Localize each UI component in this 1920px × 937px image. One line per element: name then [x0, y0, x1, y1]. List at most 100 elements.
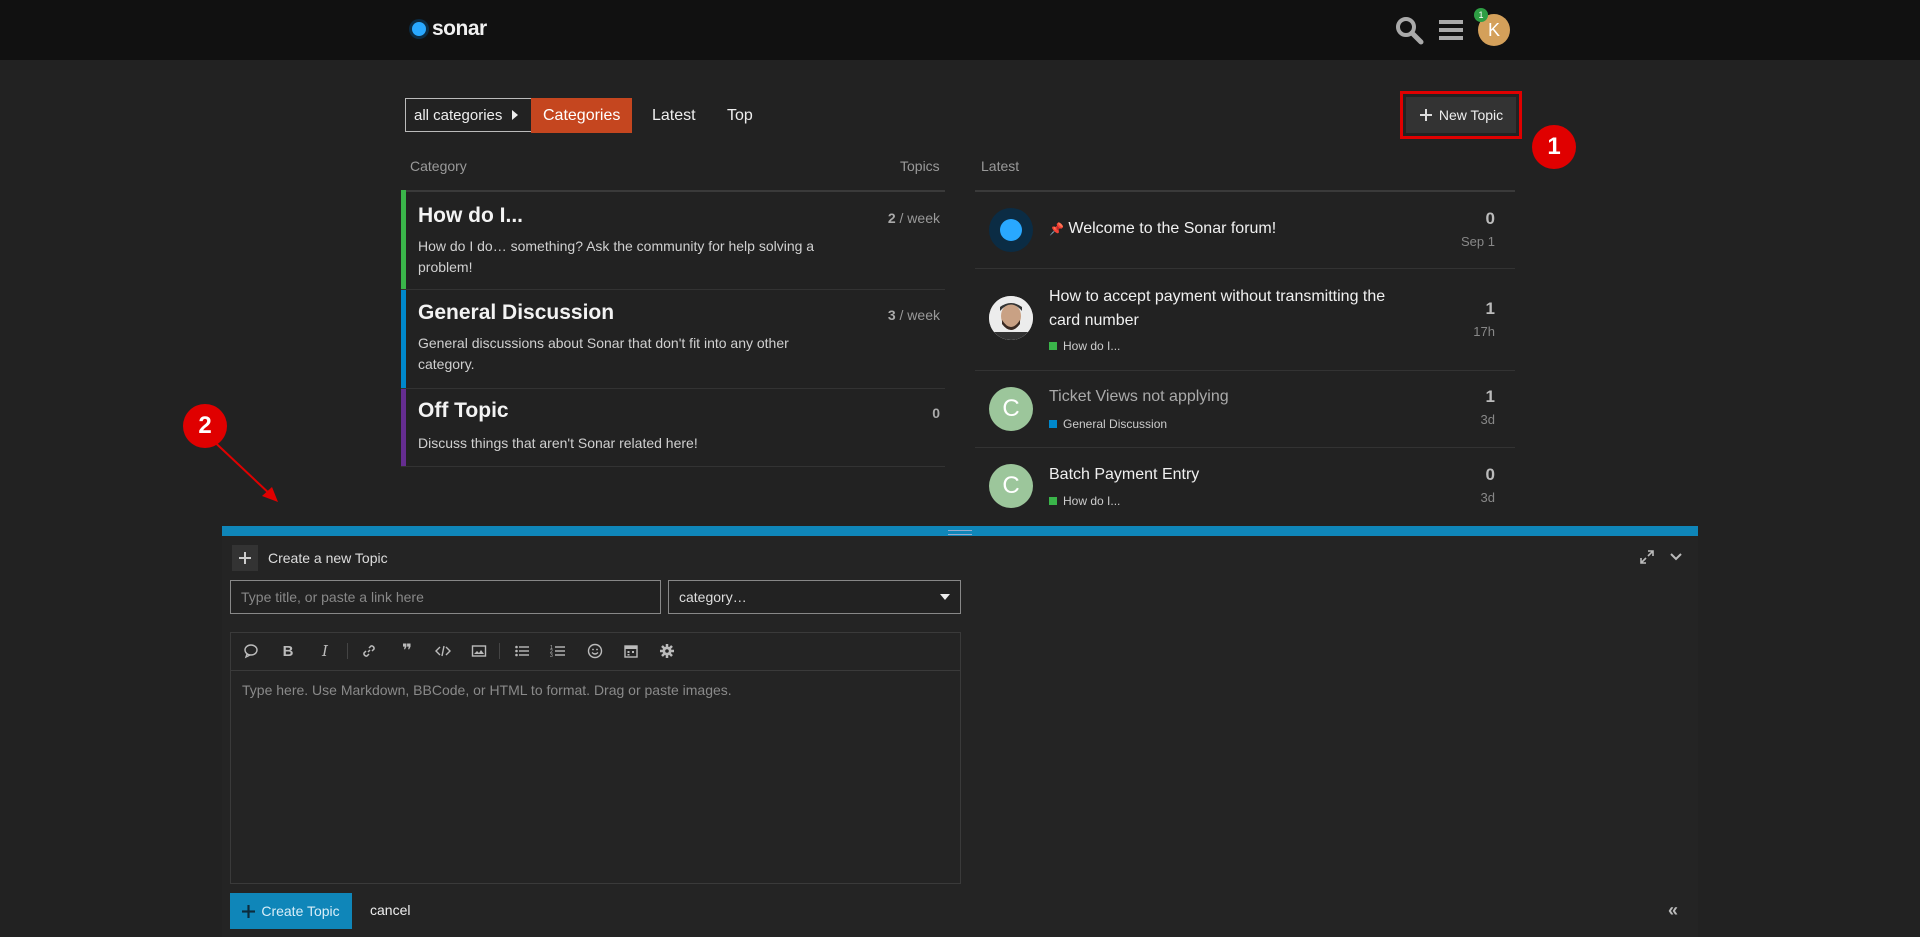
caret-right-icon [512, 110, 519, 120]
topic-category-name: General Discussion [1063, 417, 1168, 431]
category-row[interactable]: General Discussion General discussions a… [401, 290, 945, 389]
count-unit: / week [895, 210, 940, 226]
logo-dot-icon [412, 22, 426, 36]
category-topic-count: 0 [932, 405, 940, 421]
emoji-icon[interactable] [585, 641, 605, 661]
tab-latest[interactable]: Latest [652, 98, 696, 133]
svg-text:3: 3 [550, 653, 553, 659]
quote-bubble-icon[interactable] [241, 641, 261, 661]
site-header [0, 0, 1920, 60]
toolbar-separator [499, 643, 500, 659]
activity-time[interactable]: 3d [1481, 412, 1495, 427]
category-row[interactable]: Off Topic Discuss things that aren't Son… [401, 389, 945, 467]
composer-action-button[interactable] [232, 545, 258, 571]
italic-icon[interactable]: I [315, 641, 335, 661]
topic-title[interactable]: 📌 Welcome to the Sonar forum! [1049, 217, 1389, 241]
annotation-arrow-icon [205, 433, 278, 502]
expand-icon[interactable] [1639, 549, 1655, 565]
category-square-icon [1049, 497, 1057, 505]
latest-topic-row[interactable]: C Batch Payment Entry How do I... 0 3d [975, 448, 1515, 526]
topic-title-text: Welcome to the Sonar forum! [1068, 220, 1277, 237]
create-topic-label: Create Topic [261, 903, 340, 919]
topic-title[interactable]: Ticket Views not applying [1049, 385, 1389, 409]
user-avatar-letter[interactable]: C [989, 387, 1033, 431]
cancel-link[interactable]: cancel [370, 902, 410, 918]
category-color-bar [401, 389, 406, 466]
category-row[interactable]: How do I... How do I do… something? Ask … [401, 190, 945, 290]
count-value: 3 [887, 307, 896, 323]
category-square-icon [1049, 342, 1057, 350]
category-description: Discuss things that aren't Sonar related… [418, 435, 698, 451]
topic-category-name: How do I... [1063, 339, 1121, 353]
bold-icon[interactable]: B [278, 641, 298, 661]
sonar-avatar [989, 208, 1033, 252]
latest-topic-row[interactable]: C Ticket Views not applying General Disc… [975, 371, 1515, 448]
create-topic-button[interactable]: Create Topic [230, 893, 352, 929]
code-icon[interactable] [433, 641, 453, 661]
topic-title[interactable]: How to accept payment without transmitti… [1049, 285, 1389, 333]
activity-time[interactable]: Sep 1 [1461, 234, 1495, 249]
reply-count: 0 [1485, 465, 1495, 484]
category-select[interactable]: category… [668, 580, 961, 614]
grip-handle-icon[interactable] [948, 530, 972, 535]
column-header-topics: Topics [900, 158, 940, 174]
category-dropdown-label: all categories [414, 106, 503, 124]
category-topic-count: 3 / week [888, 307, 940, 323]
category-topic-count: 2 / week [888, 210, 940, 226]
editor-area[interactable]: B I ❞ 123 Type here. Use Markdown, BBCod… [230, 632, 961, 884]
category-title[interactable]: How do I... [418, 204, 523, 228]
reply-count: 0 [1485, 209, 1495, 228]
numbered-list-icon[interactable]: 123 [548, 641, 568, 661]
topic-category-name: How do I... [1063, 494, 1121, 508]
calendar-icon[interactable] [621, 641, 641, 661]
editor-placeholder[interactable]: Type here. Use Markdown, BBCode, or HTML… [242, 682, 732, 698]
hamburger-menu-icon[interactable] [1436, 15, 1466, 45]
collapse-preview-icon[interactable]: « [1668, 900, 1678, 921]
topic-category[interactable]: How do I... [1049, 494, 1120, 508]
count-unit: / week [895, 307, 940, 323]
topic-title-input[interactable]: Type title, or paste a link here [230, 580, 661, 614]
latest-topic-row[interactable]: How to accept payment without transmitti… [975, 269, 1515, 371]
column-header-latest: Latest [981, 158, 1020, 174]
gear-icon[interactable] [657, 641, 677, 661]
reply-count: 1 [1485, 299, 1495, 318]
tab-categories[interactable]: Categories [531, 98, 633, 133]
reply-count: 1 [1485, 387, 1495, 406]
category-description: General discussions about Sonar that don… [418, 335, 789, 372]
notification-badge[interactable]: 1 [1474, 8, 1488, 22]
highlight-box [1400, 91, 1522, 139]
tab-top[interactable]: Top [727, 98, 753, 133]
category-color-bar [401, 290, 406, 388]
plus-icon [242, 904, 256, 918]
user-avatar-letter[interactable]: C [989, 464, 1033, 508]
category-title[interactable]: Off Topic [418, 399, 509, 423]
caret-down-icon [940, 594, 950, 600]
link-icon[interactable] [359, 641, 379, 661]
image-icon[interactable] [469, 641, 489, 661]
chevron-down-icon[interactable] [1668, 549, 1684, 565]
category-title[interactable]: General Discussion [418, 301, 614, 325]
site-logo[interactable]: sonar [412, 17, 487, 41]
toolbar-separator [347, 643, 348, 659]
bullet-list-icon[interactable] [512, 641, 532, 661]
count-value: 0 [932, 405, 940, 421]
activity-time[interactable]: 17h [1473, 324, 1495, 339]
category-select-value: category… [679, 589, 747, 605]
pin-icon: 📌 [1049, 222, 1064, 236]
blockquote-icon[interactable]: ❞ [397, 641, 417, 661]
category-square-icon [1049, 420, 1057, 428]
topic-title[interactable]: Batch Payment Entry [1049, 463, 1389, 487]
composer-heading: Create a new Topic [268, 550, 388, 566]
column-header-category: Category [410, 158, 467, 174]
latest-topic-row[interactable]: 📌 Welcome to the Sonar forum! 0 Sep 1 [975, 192, 1515, 269]
editor-toolbar: B I ❞ 123 [231, 633, 960, 671]
search-icon[interactable] [1394, 15, 1424, 45]
user-avatar-photo[interactable] [989, 296, 1033, 340]
topic-category[interactable]: How do I... [1049, 339, 1120, 353]
plus-icon [239, 552, 251, 564]
logo-text: sonar [432, 17, 487, 40]
annotation-badge-1: 1 [1532, 125, 1576, 169]
category-description: How do I do… something? Ask the communit… [418, 238, 815, 275]
topic-category[interactable]: General Discussion [1049, 417, 1167, 431]
activity-time[interactable]: 3d [1481, 490, 1495, 505]
